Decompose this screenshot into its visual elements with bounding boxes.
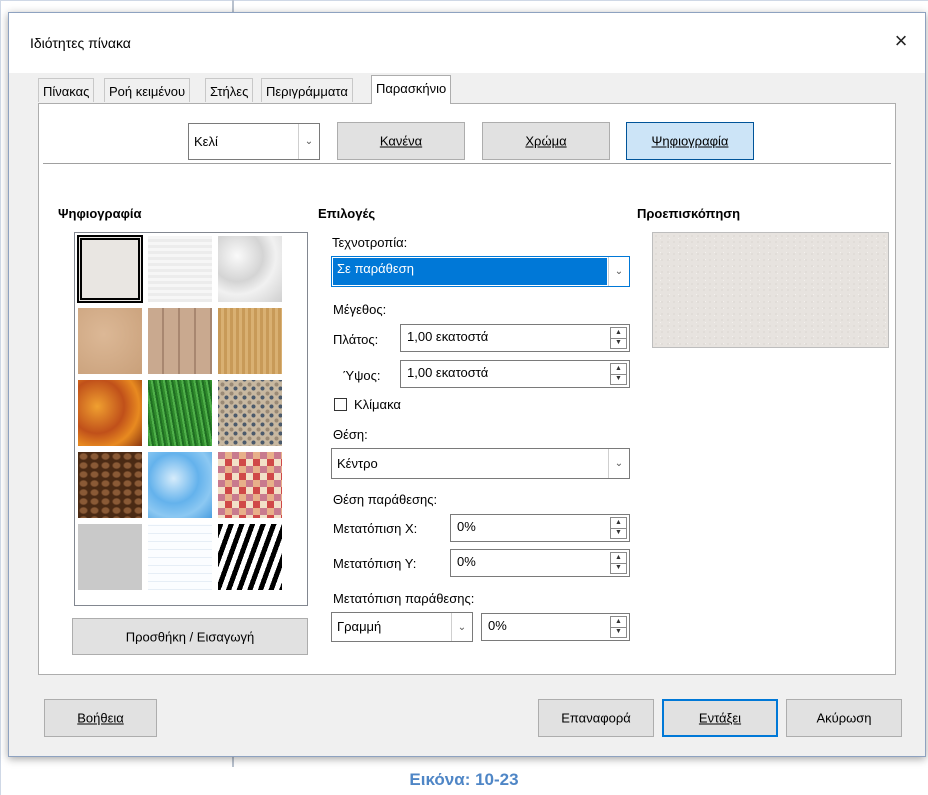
tile-wooden-board[interactable] [217, 307, 283, 375]
offset-x-label: Μετατόπιση Χ: [333, 521, 418, 536]
background-frame-left [0, 0, 1, 795]
reset-button[interactable]: Επαναφορά [538, 699, 654, 737]
target-combo[interactable]: Κελί ⌄ [188, 123, 320, 160]
position-combo[interactable]: Κέντρο ⌄ [331, 448, 630, 479]
spin-arrows[interactable]: ▲ ▼ [610, 616, 627, 638]
spin-arrows[interactable]: ▲ ▼ [610, 327, 627, 349]
offset-x-spinbox[interactable]: 0% ▲ ▼ [450, 514, 630, 542]
dialog-titlebar: Ιδιότητες πίνακα × [9, 13, 925, 73]
tile-colorful-pebbles[interactable] [217, 379, 283, 447]
chevron-down-icon: ⌄ [608, 449, 629, 478]
size-label: Μέγεθος: [333, 302, 387, 317]
offset-y-label: Μετατόπιση Υ: [333, 556, 417, 571]
tile-paper-crumpled[interactable] [217, 235, 283, 303]
position-label: Θέση: [333, 427, 368, 442]
tile-parchment-paper[interactable] [77, 307, 143, 375]
preview-heading: Προεπισκόπηση [637, 206, 741, 221]
help-button[interactable]: Βοήθεια [44, 699, 157, 737]
tile-grid[interactable] [147, 523, 213, 591]
bitmap-heading: Ψηφιογραφία [58, 206, 142, 221]
spin-arrows[interactable]: ▲ ▼ [610, 552, 627, 574]
height-spinbox[interactable]: 1,00 εκατοστά ▲ ▼ [400, 360, 630, 388]
tile-position-label: Θέση παράθεσης: [333, 492, 438, 507]
separator [43, 163, 891, 164]
width-spinbox[interactable]: 1,00 εκατοστά ▲ ▼ [400, 324, 630, 352]
tile-coffee-beans[interactable] [77, 451, 143, 519]
tile-color-stripes[interactable] [217, 451, 283, 519]
spin-arrows[interactable]: ▲ ▼ [610, 517, 627, 539]
cancel-button[interactable]: Ακύρωση [786, 699, 902, 737]
bitmap-button[interactable]: Ψηφιογραφία [626, 122, 754, 160]
offset-y-spinbox[interactable]: 0% ▲ ▼ [450, 549, 630, 577]
tab-columns[interactable]: Στήλες [205, 78, 254, 102]
background-frame-top [0, 0, 928, 1]
tab-background[interactable]: Παρασκήνιο [371, 75, 452, 104]
tile-paper-texture[interactable] [147, 235, 213, 303]
add-import-button[interactable]: Προσθήκη / Εισαγωγή [72, 618, 308, 655]
ok-button[interactable]: Εντάξει [662, 699, 778, 737]
tile-offset-label: Μετατόπιση παράθεσης: [333, 591, 475, 606]
width-label: Πλάτος: [333, 332, 379, 347]
height-label: Ύψος: [343, 368, 381, 383]
chevron-down-icon: ⌄ [451, 613, 472, 641]
chevron-down-icon: ⌄ [298, 124, 319, 159]
scale-checkbox[interactable] [334, 398, 347, 411]
spin-arrows[interactable]: ▲ ▼ [610, 363, 627, 385]
background-window-edge [232, 0, 234, 12]
chevron-down-icon: ⌄ [608, 257, 629, 286]
tab-text-flow[interactable]: Ροή κειμένου [104, 78, 191, 102]
tile-painted-white[interactable] [77, 235, 143, 303]
bitmap-preview [652, 232, 889, 348]
dialog-title: Ιδιότητες πίνακα [30, 35, 131, 51]
tile-sky[interactable] [147, 451, 213, 519]
color-button[interactable]: Χρώμα [482, 122, 610, 160]
options-heading: Επιλογές [318, 206, 376, 221]
style-combo[interactable]: Σε παράθεση ⌄ [331, 256, 630, 287]
close-icon[interactable]: × [887, 27, 915, 55]
tile-lawn[interactable] [147, 379, 213, 447]
tab-borders[interactable]: Περιγράμματα [261, 78, 353, 102]
tile-offset-mode-combo[interactable]: Γραμμή ⌄ [331, 612, 473, 642]
background-window-edge [232, 757, 234, 767]
figure-caption: Εικόνα: 10-23 [409, 770, 519, 789]
tile-fence[interactable] [147, 307, 213, 375]
none-button[interactable]: Κανένα [337, 122, 465, 160]
tab-table[interactable]: Πίνακας [38, 78, 95, 102]
tile-offset-spinbox[interactable]: 0% ▲ ▼ [481, 613, 630, 641]
tile-concrete[interactable] [77, 523, 143, 591]
style-label: Τεχνοτροπία: [332, 235, 408, 250]
tile-zebra[interactable] [217, 523, 283, 591]
bitmap-gallery[interactable]: ▲ ▼ [74, 232, 308, 606]
tile-maple-leaves[interactable] [77, 379, 143, 447]
scale-label: Κλίμακα [354, 397, 401, 412]
